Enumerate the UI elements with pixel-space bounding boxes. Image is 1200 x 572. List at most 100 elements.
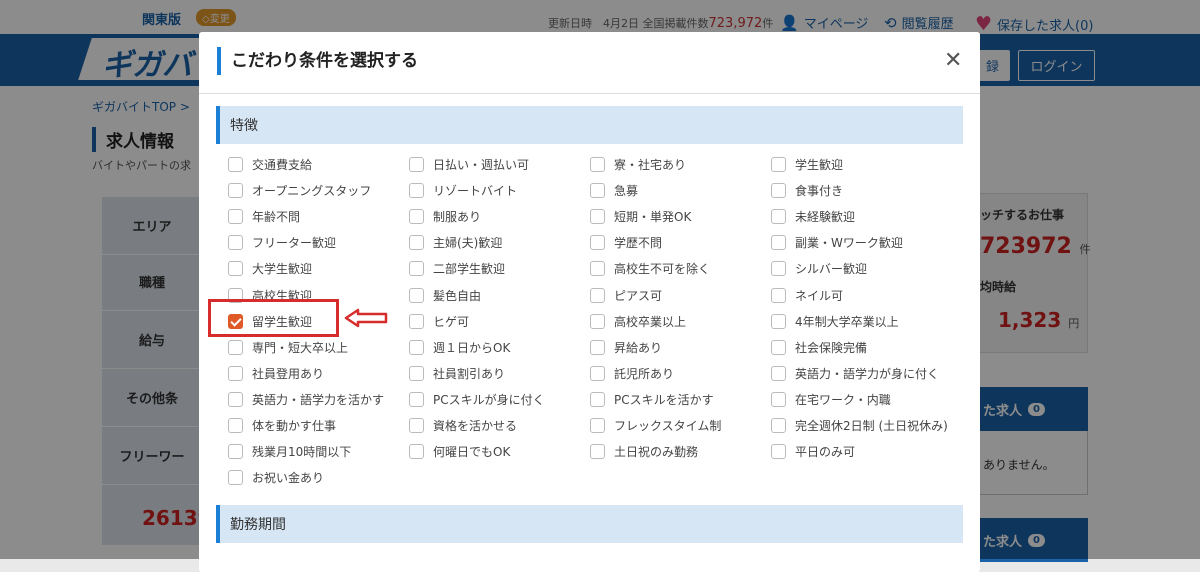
checkbox[interactable] xyxy=(409,209,424,224)
feature-option[interactable]: 高校卒業以上 xyxy=(590,313,686,330)
checkbox[interactable] xyxy=(228,183,243,198)
checkbox[interactable] xyxy=(409,418,424,433)
feature-option[interactable]: 平日のみ可 xyxy=(771,443,855,460)
checkbox[interactable] xyxy=(409,444,424,459)
checkbox[interactable] xyxy=(409,314,424,329)
checkbox[interactable] xyxy=(228,444,243,459)
checkbox[interactable] xyxy=(590,157,605,172)
checkbox[interactable] xyxy=(228,157,243,172)
checkbox[interactable] xyxy=(590,418,605,433)
checkbox[interactable] xyxy=(590,340,605,355)
checkbox[interactable] xyxy=(409,183,424,198)
checkbox[interactable] xyxy=(590,183,605,198)
feature-option[interactable]: 土日祝のみ勤務 xyxy=(590,443,698,460)
feature-option[interactable]: 短期・単発OK xyxy=(590,208,691,225)
feature-option[interactable]: 学生歓迎 xyxy=(771,156,843,173)
checkbox[interactable] xyxy=(771,444,786,459)
feature-option[interactable]: 完全週休2日制 (土日祝休み) xyxy=(771,417,948,434)
feature-option[interactable]: 高校生不可を除く xyxy=(590,260,710,277)
checkbox[interactable] xyxy=(409,261,424,276)
feature-option[interactable]: 学歴不問 xyxy=(590,234,662,251)
feature-option[interactable]: 制服あり xyxy=(409,208,481,225)
feature-option[interactable]: ヒゲ可 xyxy=(409,313,469,330)
feature-option[interactable]: 寮・社宅あり xyxy=(590,156,686,173)
feature-option[interactable]: 体を動かす仕事 xyxy=(228,417,336,434)
checkbox[interactable] xyxy=(228,366,243,381)
checkbox[interactable] xyxy=(771,366,786,381)
feature-option[interactable]: 髪色自由 xyxy=(409,287,481,304)
feature-option[interactable]: 大学生歓迎 xyxy=(228,260,312,277)
option-label: 社員登用あり xyxy=(252,367,325,381)
feature-option[interactable]: 専門・短大卒以上 xyxy=(228,339,348,356)
feature-option[interactable]: 社会保険完備 xyxy=(771,339,867,356)
checkbox[interactable] xyxy=(590,288,605,303)
feature-option[interactable]: 週１日からOK xyxy=(409,339,510,356)
checkbox[interactable] xyxy=(228,470,243,485)
feature-option[interactable]: 二部学生歓迎 xyxy=(409,260,505,277)
checkbox[interactable] xyxy=(409,340,424,355)
feature-option[interactable]: ネイル可 xyxy=(771,287,843,304)
checkbox[interactable] xyxy=(590,392,605,407)
feature-option[interactable]: 急募 xyxy=(590,182,638,199)
checkbox[interactable] xyxy=(590,261,605,276)
checkbox[interactable] xyxy=(771,183,786,198)
feature-option[interactable]: 何曜日でもOK xyxy=(409,443,510,460)
checkbox[interactable] xyxy=(771,288,786,303)
checkbox[interactable] xyxy=(771,235,786,250)
feature-option[interactable]: 未経験歓迎 xyxy=(771,208,855,225)
feature-option[interactable]: 社員登用あり xyxy=(228,365,324,382)
option-label: 日払い・週払い可 xyxy=(433,158,530,172)
checkbox[interactable] xyxy=(771,340,786,355)
feature-option[interactable]: 昇給あり xyxy=(590,339,662,356)
checkbox[interactable] xyxy=(409,288,424,303)
option-label: PCスキルを活かす xyxy=(614,393,714,407)
feature-option[interactable]: 託児所あり xyxy=(590,365,674,382)
feature-option[interactable]: ピアス可 xyxy=(590,287,662,304)
feature-option[interactable]: 資格を活かせる xyxy=(409,417,517,434)
feature-option[interactable]: 社員割引あり xyxy=(409,365,505,382)
feature-option[interactable]: フリーター歓迎 xyxy=(228,234,336,251)
checkbox[interactable] xyxy=(590,366,605,381)
feature-option[interactable]: フレックスタイム制 xyxy=(590,417,721,434)
feature-option[interactable]: シルバー歓迎 xyxy=(771,260,867,277)
checkbox[interactable] xyxy=(409,392,424,407)
feature-option[interactable]: 4年制大学卒業以上 xyxy=(771,313,899,330)
checkbox[interactable] xyxy=(228,418,243,433)
feature-option[interactable]: 主婦(夫)歓迎 xyxy=(409,234,502,251)
feature-option[interactable]: 日払い・週払い可 xyxy=(409,156,529,173)
checkbox[interactable] xyxy=(771,261,786,276)
feature-option[interactable]: リゾートバイト xyxy=(409,182,517,199)
checkbox[interactable] xyxy=(228,340,243,355)
feature-option[interactable]: PCスキルが身に付く xyxy=(409,391,545,408)
option-label: 短期・単発OK xyxy=(614,210,692,224)
checkbox[interactable] xyxy=(771,418,786,433)
checkbox[interactable] xyxy=(590,444,605,459)
checkbox[interactable] xyxy=(590,314,605,329)
checkbox[interactable] xyxy=(228,261,243,276)
checkbox[interactable] xyxy=(771,157,786,172)
feature-option[interactable]: オープニングスタッフ xyxy=(228,182,371,199)
checkbox[interactable] xyxy=(228,235,243,250)
feature-option[interactable]: 副業・Wワーク歓迎 xyxy=(771,234,903,251)
checkbox[interactable] xyxy=(409,366,424,381)
feature-option[interactable]: 英語力・語学力を活かす xyxy=(228,391,384,408)
checkbox[interactable] xyxy=(228,209,243,224)
feature-option[interactable]: 交通費支給 xyxy=(228,156,312,173)
checkbox[interactable] xyxy=(771,209,786,224)
checkbox[interactable] xyxy=(409,157,424,172)
close-icon[interactable]: ✕ xyxy=(944,48,962,73)
feature-option[interactable]: 年齢不問 xyxy=(228,208,300,225)
feature-option[interactable]: お祝い金あり xyxy=(228,469,324,486)
checkbox[interactable] xyxy=(771,314,786,329)
feature-option[interactable]: PCスキルを活かす xyxy=(590,391,714,408)
feature-option[interactable]: 残業月10時間以下 xyxy=(228,443,351,460)
checkbox[interactable] xyxy=(228,392,243,407)
feature-option[interactable]: 在宅ワーク・内職 xyxy=(771,391,891,408)
checkbox[interactable] xyxy=(590,209,605,224)
checkbox[interactable] xyxy=(409,235,424,250)
checkbox[interactable] xyxy=(771,392,786,407)
feature-option[interactable]: 食事付き xyxy=(771,182,843,199)
option-label: 専門・短大卒以上 xyxy=(252,341,349,355)
checkbox[interactable] xyxy=(590,235,605,250)
feature-option[interactable]: 英語力・語学力が身に付く xyxy=(771,365,939,382)
